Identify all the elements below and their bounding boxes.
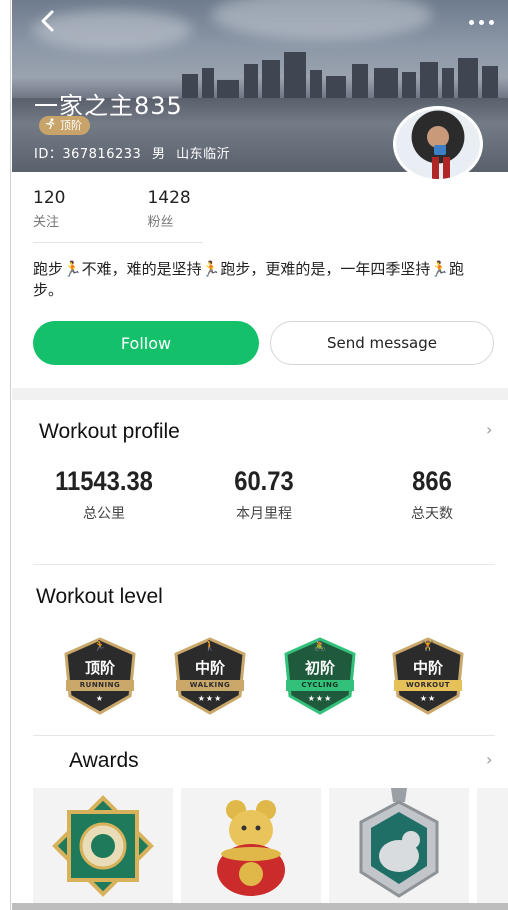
race-bib	[434, 145, 446, 155]
stat-label: 粉丝	[147, 215, 174, 230]
section-gap	[12, 388, 508, 400]
star-rating: ★	[95, 694, 105, 703]
level-badge-cycling[interactable]: 🚴 初阶 CYCLING ★★★	[280, 636, 360, 716]
user-gender: 男	[151, 147, 166, 162]
level-badges: 🏃 顶阶 RUNNING ★ 🚶 中阶 WALKING ★★★ 🚴 初阶 CYC…	[60, 636, 480, 716]
awards-title: Awards	[69, 749, 139, 772]
stat-value: 1428	[147, 188, 191, 208]
level-sport: CYCLING	[286, 680, 354, 691]
runner-icon: 🏃	[93, 641, 107, 652]
level-name: 中阶	[412, 659, 443, 677]
metric-total-days: 866 总天数	[352, 466, 508, 523]
level-sport: WALKING	[176, 680, 244, 691]
golden-rat-medal-icon	[217, 800, 285, 896]
level-sport: WORKOUT	[394, 680, 462, 691]
workout-profile-title: Workout profile	[39, 420, 180, 443]
bottom-bar	[12, 903, 508, 910]
metric-label: 总公里	[83, 506, 125, 522]
level-name: 顶阶	[84, 659, 115, 677]
level-name: 初阶	[304, 659, 335, 677]
award-card[interactable]	[33, 788, 173, 903]
rank-badge: 顶阶	[39, 116, 90, 135]
level-name: 中阶	[194, 659, 225, 677]
divider	[33, 564, 495, 565]
level-badge-walking[interactable]: 🚶 中阶 WALKING ★★★	[170, 636, 250, 716]
level-badge-workout[interactable]: 🏋 中阶 WORKOUT ★★	[388, 636, 468, 716]
followers-stat[interactable]: 1428 粉丝	[147, 188, 190, 230]
metric-total-km: 11543.38 总公里	[24, 466, 184, 523]
star-rating: ★★	[419, 694, 437, 703]
walker-icon: 🚶	[203, 641, 217, 652]
chevron-right-icon[interactable]: ›	[486, 420, 492, 439]
rank-label: 顶阶	[60, 119, 82, 132]
runner-icon	[45, 116, 56, 135]
stat-label: 关注	[33, 215, 60, 230]
star-rating: ★★★	[197, 694, 223, 703]
following-stat[interactable]: 120 关注	[33, 188, 65, 230]
frame-border	[10, 0, 11, 910]
award-card[interactable]	[477, 788, 508, 903]
cyclist-icon: 🚴	[313, 641, 327, 652]
avatar[interactable]	[393, 106, 483, 182]
silver-dog-medal-icon	[359, 788, 439, 898]
star-rating: ★★★	[307, 694, 333, 703]
divider	[33, 735, 495, 736]
follow-button[interactable]: Follow	[33, 321, 259, 365]
level-badge-running[interactable]: 🏃 顶阶 RUNNING ★	[60, 636, 140, 716]
award-card[interactable]	[181, 788, 321, 903]
metric-value: 866	[412, 466, 452, 496]
metric-value: 60.73	[234, 466, 294, 496]
metric-label: 总天数	[411, 506, 453, 522]
user-id: ID：367816233	[34, 147, 142, 162]
user-location: 山东临沂	[176, 147, 231, 162]
workout-level-title: Workout level	[36, 585, 163, 608]
weightlifter-icon: 🏋	[421, 641, 435, 652]
award-card[interactable]	[329, 788, 469, 903]
divider	[33, 242, 203, 243]
cloud	[212, 0, 432, 40]
level-sport: RUNNING	[66, 680, 134, 691]
metric-label: 本月里程	[236, 506, 292, 522]
more-options-icon[interactable]	[464, 10, 498, 34]
metric-month-km: 60.73 本月里程	[184, 466, 344, 523]
back-arrow-icon[interactable]	[38, 8, 68, 38]
follow-stats: 120 关注 1428 粉丝	[33, 188, 191, 230]
awards-carousel[interactable]	[33, 788, 508, 903]
bio-text: 跑步🏃不难，难的是坚持🏃跑步，更难的是，一年四季坚持🏃跑步。	[33, 260, 465, 299]
user-info: ID：367816233 男 山东临沂	[34, 143, 236, 162]
green-medal-icon	[52, 795, 154, 897]
chevron-right-icon[interactable]: ›	[486, 750, 492, 769]
stat-value: 120	[33, 188, 66, 208]
send-message-button[interactable]: Send message	[270, 321, 494, 365]
metric-value: 11543.38	[55, 466, 153, 496]
